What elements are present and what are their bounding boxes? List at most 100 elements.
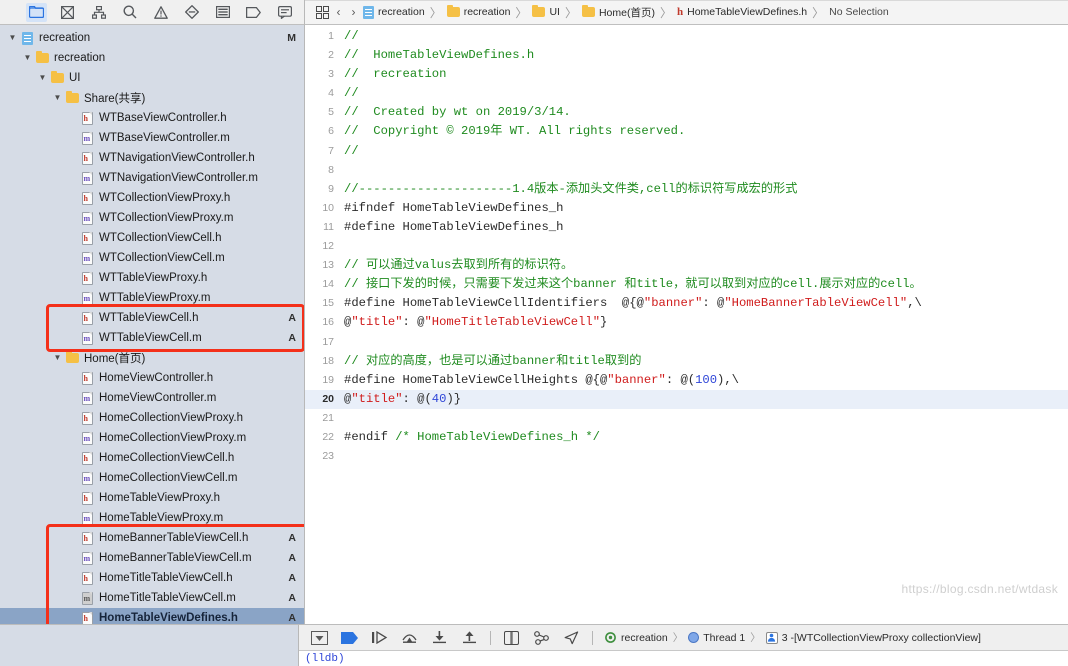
debug-view-hierarchy-button[interactable] [502,629,521,647]
navigator-row[interactable]: ▼ recreation M [0,28,304,48]
debug-breadcrumb-item[interactable]: Thread 1 [688,632,745,644]
disclosure-triangle-icon[interactable]: ▼ [6,34,19,42]
navigator-row[interactable]: ▼ Share(共享) [0,88,304,108]
navigator-row-selected[interactable]: h HomeTableViewDefines.h A [0,608,304,624]
deactivate-breakpoints-button[interactable] [340,629,359,647]
navigator-row[interactable]: m WTCollectionViewCell.m [0,248,304,268]
code-token: //---------------------1.4版本-添加头文件类,cell… [344,181,798,196]
debug-navigator-icon[interactable] [212,3,233,22]
code-line[interactable]: 21 [305,409,1068,428]
code-line[interactable]: 20 @"title": @(40)} [305,389,1068,409]
code-line[interactable]: 1 // [305,27,1068,46]
row-icon: h [79,151,95,165]
navigator-row[interactable]: m WTTableViewCell.m A [0,328,304,348]
code-line[interactable]: 18 // 对应的高度，也是可以通过banner和title取到的 [305,352,1068,371]
navigator-row[interactable]: h HomeTitleTableViewCell.h A [0,568,304,588]
navigator-row[interactable]: m HomeTableViewProxy.m [0,508,304,528]
code-line[interactable]: 2 // HomeTableViewDefines.h [305,46,1068,65]
project-navigator-icon[interactable] [26,2,47,22]
line-text: #define HomeTableViewCellIdentifiers @{@… [342,294,922,313]
test-navigator-icon[interactable] [181,3,202,22]
code-line[interactable]: 17 [305,333,1068,352]
navigator-row[interactable]: ▼ Home(首页) [0,348,304,368]
navigator-row[interactable]: ▼ UI [0,68,304,88]
step-over-button[interactable] [400,629,419,647]
disclosure-triangle-icon[interactable]: ▼ [51,354,64,362]
navigator-row[interactable]: m HomeCollectionViewCell.m [0,468,304,488]
code-line[interactable]: 14 // 接口下发的时候，只需要下发过来这个banner 和title，就可以取… [305,275,1068,294]
navigator-row[interactable]: ▼ recreation [0,48,304,68]
code-line[interactable]: 6 // Copyright © 2019年 WT. All rights res… [305,122,1068,141]
breadcrumb-item[interactable]: Home(首页) [580,4,657,20]
breadcrumb-item[interactable]: UI [530,4,562,18]
step-into-button[interactable] [430,629,449,647]
code-line[interactable]: 13 // 可以通过valus去取到所有的标识符。 [305,256,1068,275]
breadcrumb-item[interactable]: No Selection [827,6,891,18]
project-navigator[interactable]: ▼ recreation M ▼ recreation ▼ UI ▼ Share(共享) h WTB… [0,25,305,624]
navigator-row[interactable]: m HomeBannerTableViewCell.m A [0,548,304,568]
navigator-row[interactable]: h WTTableViewCell.h A [0,308,304,328]
breadcrumb-item[interactable]: recreation [361,5,427,19]
navigator-row[interactable]: h WTCollectionViewProxy.h [0,188,304,208]
issue-navigator-icon[interactable] [150,3,171,22]
navigator-row[interactable]: h HomeViewController.h [0,368,304,388]
line-text: // [342,142,359,161]
navigator-row[interactable]: h WTTableViewProxy.h [0,268,304,288]
navigator-row[interactable]: h WTBaseViewController.h [0,108,304,128]
symbol-navigator-icon[interactable] [88,3,109,22]
code-line[interactable]: 22 #endif /* HomeTableViewDefines_h */ [305,428,1068,447]
disclosure-triangle-icon[interactable]: ▼ [21,54,34,62]
code-line[interactable]: 5 // Created by wt on 2019/3/14. [305,103,1068,122]
navigator-row-label: HomeTitleTableViewCell.h [99,572,233,584]
code-line[interactable]: 3 // recreation [305,65,1068,84]
source-editor[interactable]: 1 // 2 // HomeTableViewDefines.h 3 // recreat… [305,25,1068,624]
navigator-row[interactable]: h WTCollectionViewCell.h [0,228,304,248]
navigator-row[interactable]: h HomeBannerTableViewCell.h A [0,528,304,548]
code-line[interactable]: 8 [305,161,1068,180]
simulate-location-button[interactable] [562,629,581,647]
navigator-row[interactable]: m WTTableViewProxy.m [0,288,304,308]
console-area[interactable]: (lldb) [0,650,1068,666]
code-token: "banner" [643,296,703,311]
navigator-row[interactable]: m HomeTitleTableViewCell.m A [0,588,304,608]
code-line[interactable]: 23 [305,447,1068,466]
code-line[interactable]: 16 @"title": @"HomeTitleTableViewCell"} [305,313,1068,332]
code-line[interactable]: 19 #define HomeTableViewCellHeights @{@"b… [305,371,1068,390]
code-line[interactable]: 4 // [305,84,1068,103]
code-line[interactable]: 15 #define HomeTableViewCellIdentifiers @… [305,294,1068,313]
source-control-navigator-icon[interactable] [57,3,78,22]
navigator-row[interactable]: m WTNavigationViewController.m [0,168,304,188]
navigator-row[interactable]: m WTCollectionViewProxy.m [0,208,304,228]
debug-memory-graph-button[interactable] [532,629,551,647]
code-line[interactable]: 7 // [305,142,1068,161]
code-line[interactable]: 11 #define HomeTableViewDefines_h [305,218,1068,237]
row-icon: m [79,291,95,305]
breadcrumb-item[interactable]: h HomeTableViewDefines.h [675,6,809,18]
scm-status-badge: A [288,552,296,564]
step-out-button[interactable] [460,629,479,647]
navigator-row[interactable]: m HomeViewController.m [0,388,304,408]
code-line[interactable]: 10 #ifndef HomeTableViewDefines_h [305,199,1068,218]
navigate-forward-button[interactable]: › [346,5,361,19]
debug-breadcrumb[interactable]: recreation 〉 Thread 1 〉 3 -[WTCollectionView… [604,630,981,645]
navigator-row[interactable]: h HomeCollectionViewProxy.h [0,408,304,428]
report-navigator-icon[interactable] [274,3,295,22]
code-line[interactable]: 9 //---------------------1.4版本-添加头文件类,cel… [305,180,1068,199]
find-navigator-icon[interactable] [119,3,140,22]
navigator-row[interactable]: h HomeCollectionViewCell.h [0,448,304,468]
related-items-icon[interactable] [313,5,331,19]
hide-debug-area-button[interactable] [310,629,329,647]
navigator-row[interactable]: m WTBaseViewController.m [0,128,304,148]
disclosure-triangle-icon[interactable]: ▼ [51,94,64,102]
navigator-row[interactable]: h WTNavigationViewController.h [0,148,304,168]
breakpoint-navigator-icon[interactable] [243,3,264,22]
navigator-row[interactable]: m HomeCollectionViewProxy.m [0,428,304,448]
navigate-back-button[interactable]: ‹ [331,5,346,19]
breadcrumb-item[interactable]: recreation [445,4,513,18]
debug-breadcrumb-item[interactable]: recreation [604,631,668,644]
navigator-row[interactable]: h HomeTableViewProxy.h [0,488,304,508]
continue-execution-button[interactable] [370,629,389,647]
code-line[interactable]: 12 [305,237,1068,256]
debug-breadcrumb-item[interactable]: 3 -[WTCollectionViewProxy collectionView… [765,631,981,644]
disclosure-triangle-icon[interactable]: ▼ [36,74,49,82]
